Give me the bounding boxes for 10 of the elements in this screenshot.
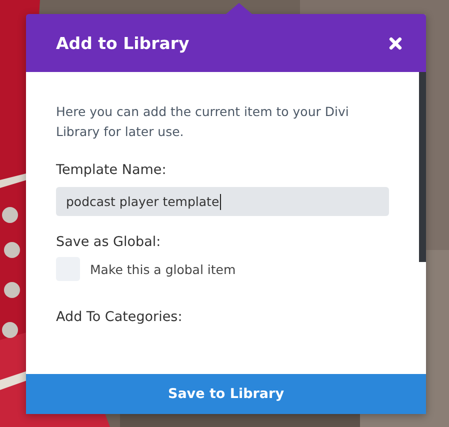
input-field[interactable]: podcast player template (56, 187, 389, 216)
field-label: Add To Categories: (56, 309, 184, 325)
dialog-title: Add to Library (56, 34, 190, 52)
scrollbar[interactable] (419, 72, 426, 262)
close-button[interactable] (389, 36, 402, 50)
checkbox-label: Make this a global item (90, 262, 236, 276)
field-label: Template Name: (56, 162, 168, 178)
description-text: Here you can add the current item to your Divi Library for later use. (56, 103, 350, 141)
save-button[interactable]: Save to Library (26, 374, 426, 414)
field-label: Save as Global: (56, 234, 162, 250)
